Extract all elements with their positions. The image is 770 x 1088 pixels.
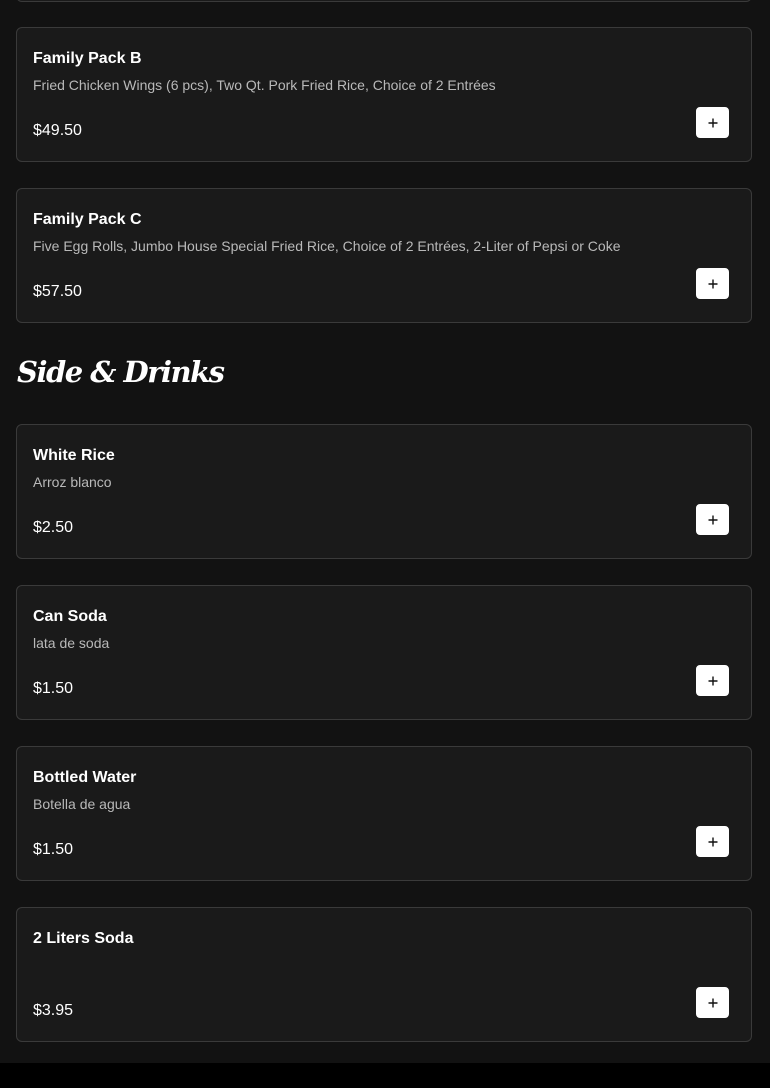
item-description: Fried Chicken Wings (6 pcs), Two Qt. Por…	[33, 77, 496, 93]
item-name: Family Pack B	[33, 50, 142, 67]
item-price: $1.50	[33, 841, 74, 858]
add-to-cart-button[interactable]	[696, 826, 729, 857]
plus-icon	[708, 515, 717, 524]
plus-icon	[708, 279, 717, 288]
menu-item-card[interactable]: Family Pack B Fried Chicken Wings (6 pcs…	[16, 27, 752, 162]
item-name: Family Pack C	[33, 211, 142, 228]
section-title: Side & Drinks	[17, 355, 225, 389]
add-to-cart-button[interactable]	[696, 268, 729, 299]
plus-icon	[708, 118, 717, 127]
item-price: $49.50	[33, 122, 82, 139]
plus-icon	[708, 998, 717, 1007]
menu-item-card[interactable]: White Rice Arroz blanco $2.50	[16, 424, 752, 559]
menu-item-card-partial	[16, 0, 752, 2]
item-price: $3.95	[33, 1002, 74, 1019]
add-to-cart-button[interactable]	[696, 987, 729, 1018]
menu-item-card[interactable]: Family Pack C Five Egg Rolls, Jumbo Hous…	[16, 188, 752, 323]
menu-item-card[interactable]: Bottled Water Botella de agua $1.50	[16, 746, 752, 881]
add-to-cart-button[interactable]	[696, 107, 729, 138]
item-name: 2 Liters Soda	[33, 930, 134, 947]
item-description: lata de soda	[33, 635, 110, 651]
menu-item-card[interactable]: 2 Liters Soda $3.95	[16, 907, 752, 1042]
item-price: $2.50	[33, 519, 74, 536]
item-name: Bottled Water	[33, 769, 137, 786]
item-description: Botella de agua	[33, 796, 131, 812]
item-name: White Rice	[33, 447, 115, 464]
plus-icon	[708, 676, 717, 685]
item-description: Five Egg Rolls, Jumbo House Special Frie…	[33, 238, 621, 254]
plus-icon	[708, 837, 717, 846]
menu-item-card[interactable]: Can Soda lata de soda $1.50	[16, 585, 752, 720]
add-to-cart-button[interactable]	[696, 504, 729, 535]
item-description: Arroz blanco	[33, 474, 112, 490]
footer-bar	[0, 1063, 770, 1088]
item-price: $1.50	[33, 680, 74, 697]
add-to-cart-button[interactable]	[696, 665, 729, 696]
item-price: $57.50	[33, 283, 82, 300]
item-name: Can Soda	[33, 608, 107, 625]
